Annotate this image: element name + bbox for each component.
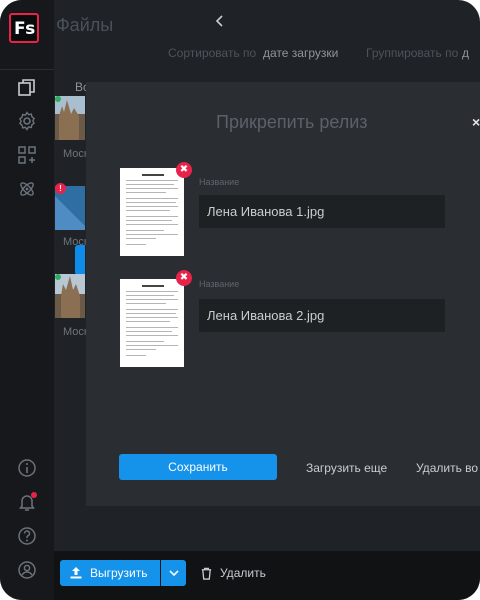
logo-text: Fs bbox=[14, 19, 35, 39]
close-icon[interactable]: × bbox=[472, 114, 480, 130]
status-dot-error: ! bbox=[55, 183, 66, 194]
modal-title: Прикрепить релиз bbox=[216, 112, 368, 132]
sort-dropdown[interactable]: дате загрузки bbox=[263, 46, 338, 60]
document-preview bbox=[120, 279, 184, 367]
settings-icon[interactable] bbox=[16, 110, 38, 132]
file-name-field[interactable] bbox=[199, 299, 445, 332]
group-dropdown[interactable]: д bbox=[462, 46, 469, 60]
chevron-down-icon bbox=[169, 570, 179, 577]
file-thumbnail[interactable] bbox=[55, 274, 85, 318]
selected-indicator bbox=[75, 245, 85, 275]
info-icon[interactable] bbox=[16, 457, 38, 479]
field-label: Название bbox=[199, 279, 240, 289]
upload-button[interactable]: Выгрузить bbox=[60, 560, 160, 586]
back-icon[interactable] bbox=[212, 12, 228, 30]
bell-icon[interactable] bbox=[16, 491, 38, 513]
app-window: Fs Файлы Сортировать по дате загрузки Гр… bbox=[0, 0, 480, 600]
page-title: Файлы bbox=[56, 15, 114, 35]
apps-icon[interactable] bbox=[16, 144, 38, 166]
status-dot-ok bbox=[55, 274, 61, 280]
upload-options-button[interactable] bbox=[161, 560, 186, 586]
sort-label: Сортировать по bbox=[168, 46, 257, 60]
upload-more-button[interactable]: Загрузить еще bbox=[306, 461, 387, 475]
delete-button-label: Удалить bbox=[220, 566, 266, 580]
user-icon[interactable] bbox=[16, 559, 38, 581]
document-preview bbox=[120, 168, 184, 256]
notification-dot bbox=[31, 492, 37, 498]
field-label: Название bbox=[199, 177, 240, 187]
file-name-field[interactable] bbox=[199, 195, 445, 228]
upload-icon bbox=[70, 567, 82, 579]
save-button[interactable]: Сохранить bbox=[119, 454, 277, 480]
files-icon[interactable] bbox=[16, 76, 38, 98]
upload-button-label: Выгрузить bbox=[90, 566, 148, 580]
sidebar-divider bbox=[0, 69, 54, 70]
remove-file-icon[interactable]: ✖ bbox=[176, 162, 192, 178]
sidebar: Fs bbox=[0, 0, 54, 600]
attach-release-modal: Прикрепить релиз × ✖ Название Лена Ивано… bbox=[86, 82, 480, 506]
bottom-toolbar: Выгрузить Удалить bbox=[54, 551, 480, 600]
remove-file-icon[interactable]: ✖ bbox=[176, 270, 192, 286]
status-dot-ok bbox=[55, 96, 61, 102]
trash-icon bbox=[201, 567, 212, 580]
file-caption: Моск bbox=[63, 148, 89, 160]
file-thumbnail[interactable] bbox=[55, 96, 85, 140]
app-logo[interactable]: Fs bbox=[9, 13, 39, 43]
atom-icon[interactable] bbox=[16, 178, 38, 200]
file-caption: Моск bbox=[63, 326, 89, 338]
help-icon[interactable] bbox=[16, 525, 38, 547]
delete-all-button[interactable]: Удалить во bbox=[416, 461, 478, 475]
group-label: Группировать по bbox=[366, 46, 459, 60]
